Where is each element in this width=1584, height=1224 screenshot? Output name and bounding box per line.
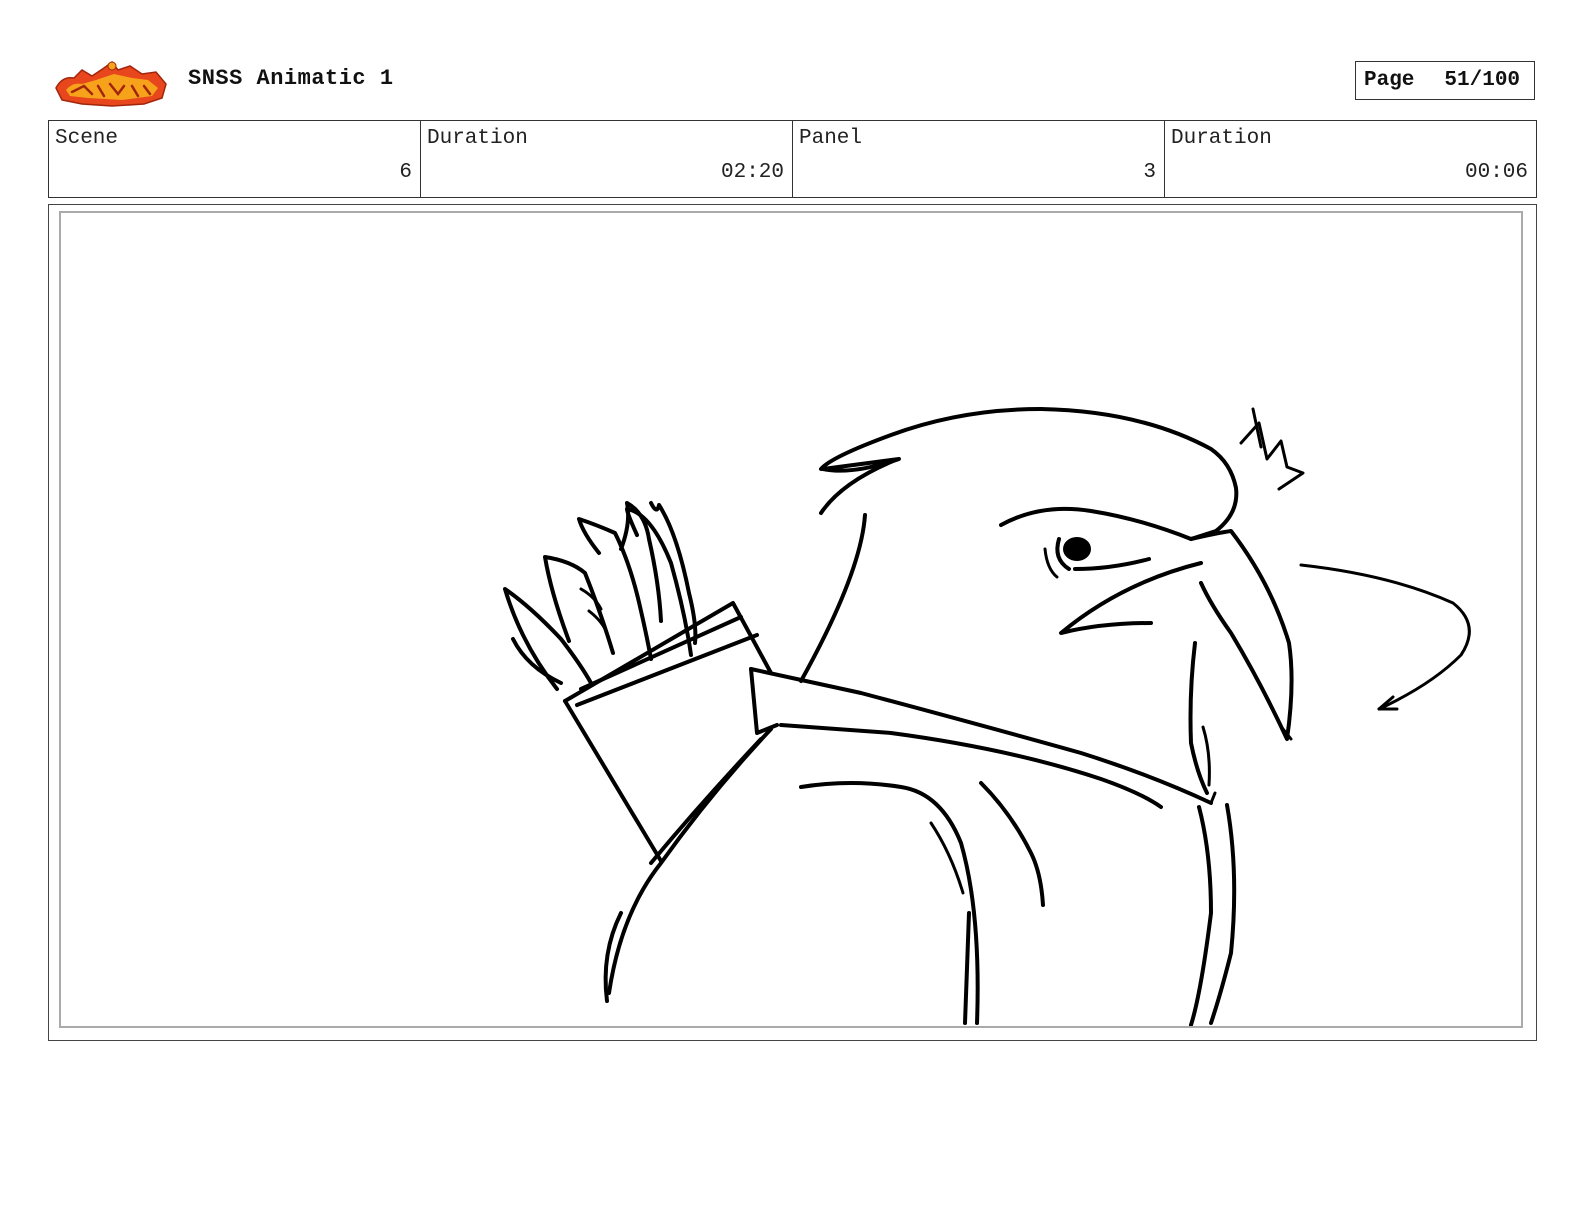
panel-value: 3 <box>1143 161 1156 184</box>
page-indicator: Page 51/100 <box>1355 61 1535 100</box>
panel-duration-cell: Duration 00:06 <box>1165 121 1536 197</box>
eagle-sketch-drawing <box>503 407 1471 1026</box>
panel-cell: Panel 3 <box>793 121 1165 197</box>
scene-value: 6 <box>399 161 412 184</box>
show-logo-icon <box>52 58 170 108</box>
scene-label: Scene <box>55 127 119 150</box>
scene-duration-cell: Duration 02:20 <box>421 121 793 197</box>
scene-info-table: Scene 6 Duration 02:20 Panel 3 Duration … <box>48 120 1537 198</box>
scene-cell: Scene 6 <box>49 121 421 197</box>
panel-frame <box>59 211 1523 1028</box>
scene-duration-label: Duration <box>427 127 528 150</box>
project-title: SNSS Animatic 1 <box>188 66 394 91</box>
panel-label: Panel <box>799 127 863 150</box>
scene-duration-value: 02:20 <box>720 161 784 184</box>
page-label: Page <box>1364 69 1415 92</box>
panel-duration-value: 00:06 <box>1464 161 1528 184</box>
storyboard-panel <box>48 204 1537 1041</box>
panel-duration-label: Duration <box>1171 127 1272 150</box>
page-number: 51/100 <box>1444 69 1521 92</box>
